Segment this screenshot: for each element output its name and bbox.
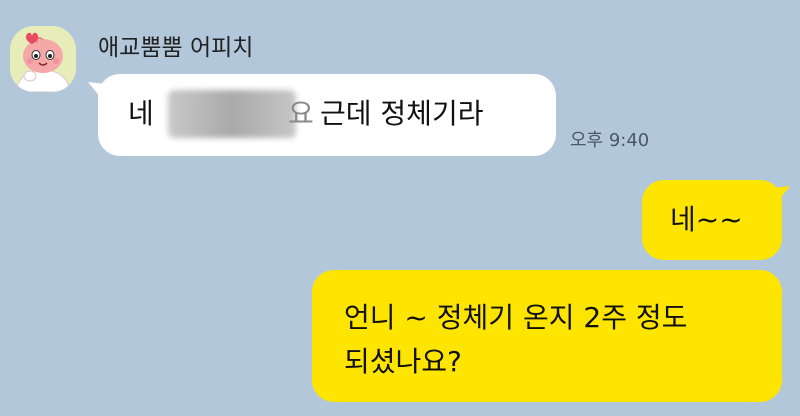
outgoing-message-bubble[interactable]: 네~~ <box>642 180 782 260</box>
message-timestamp: 오후 9:40 <box>570 130 650 151</box>
incoming-message-text-start: 네 <box>128 97 154 130</box>
outgoing-message-line: 언니 ~ 정체기 온지 2주 정도 <box>344 301 688 334</box>
incoming-message-text-end: 근데 정체기라 <box>320 97 484 130</box>
sender-avatar[interactable] <box>10 26 76 92</box>
blurred-redaction <box>168 90 296 138</box>
sender-name: 애교뿜뿜 어피치 <box>98 35 254 61</box>
incoming-message-blurred-edge: 요 <box>288 97 314 130</box>
outgoing-message-text: 네~~ <box>670 203 743 236</box>
apeach-emoticon-icon <box>10 26 76 92</box>
incoming-message-bubble[interactable]: 네 요 근데 정체기라 <box>98 74 556 156</box>
outgoing-message-bubble[interactable]: 언니 ~ 정체기 온지 2주 정도 되셨나요? <box>312 270 782 402</box>
outgoing-message-line: 되셨나요? <box>344 345 462 378</box>
